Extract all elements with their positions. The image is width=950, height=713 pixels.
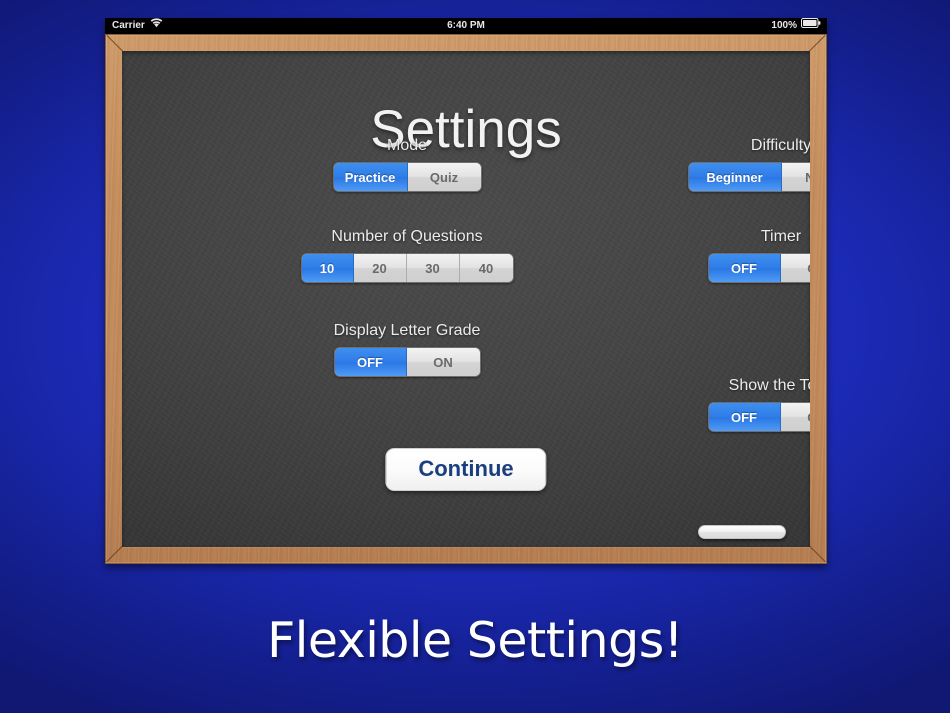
mode-label: Mode [386, 137, 428, 154]
timer-segment-off[interactable]: OFF [708, 254, 781, 282]
setting-group-timer: Timer OFF ON [646, 228, 810, 283]
letter-grade-segment-off[interactable]: OFF [334, 348, 407, 376]
caption-text: Flexible Settings! [267, 612, 683, 669]
battery-full-icon [801, 18, 821, 34]
setting-group-difficulty: Difficulty Beginner Normal [646, 137, 810, 192]
number-of-questions-segmented-control[interactable]: 10 20 30 40 [300, 253, 514, 283]
timer-label: Timer [760, 228, 802, 245]
timer-segment-on[interactable]: ON [780, 254, 810, 282]
ipad-device: Carrier 6:40 PM 100% Settings Mode Pract… [105, 18, 827, 564]
difficulty-segment-beginner[interactable]: Beginner [688, 163, 782, 191]
mode-segment-practice[interactable]: Practice [333, 163, 408, 191]
difficulty-segment-normal[interactable]: Normal [781, 163, 810, 191]
setting-group-show-the-total: Show the Total OFF ON [646, 377, 810, 432]
status-bar: Carrier 6:40 PM 100% [105, 18, 827, 34]
number-of-questions-label: Number of Questions [331, 228, 483, 245]
mode-segment-quiz[interactable]: Quiz [407, 163, 481, 191]
battery-percent-label: 100% [771, 20, 797, 31]
mode-segmented-control[interactable]: Practice Quiz [332, 162, 482, 192]
difficulty-segmented-control[interactable]: Beginner Normal [687, 162, 810, 192]
display-letter-grade-label: Display Letter Grade [333, 322, 481, 339]
setting-group-mode: Mode Practice Quiz [304, 137, 510, 192]
wooden-frame: Settings Mode Practice Quiz Difficulty B… [105, 34, 827, 564]
setting-group-display-letter-grade: Display Letter Grade OFF ON [278, 322, 536, 377]
status-bar-clock: 6:40 PM [447, 20, 485, 31]
questions-segment-30[interactable]: 30 [406, 254, 460, 282]
continue-button[interactable]: Continue [385, 448, 547, 491]
letter-grade-segment-on[interactable]: ON [406, 348, 480, 376]
display-letter-grade-segmented-control[interactable]: OFF ON [333, 347, 481, 377]
show-the-total-label: Show the Total [728, 377, 810, 394]
difficulty-label: Difficulty [750, 137, 810, 154]
timer-segmented-control[interactable]: OFF ON [707, 253, 810, 283]
show-total-segment-off[interactable]: OFF [708, 403, 781, 431]
show-the-total-segmented-control[interactable]: OFF ON [707, 402, 810, 432]
chalkboard-panel: Settings Mode Practice Quiz Difficulty B… [122, 51, 810, 547]
status-bar-right: 100% [771, 18, 821, 34]
chalk-eraser-icon [698, 525, 786, 539]
questions-segment-20[interactable]: 20 [353, 254, 407, 282]
questions-segment-10[interactable]: 10 [301, 254, 354, 282]
show-total-segment-on[interactable]: ON [780, 403, 810, 431]
app-screenshot: Carrier 6:40 PM 100% Settings Mode Pract… [0, 0, 950, 713]
questions-segment-40[interactable]: 40 [459, 254, 513, 282]
setting-group-number-of-questions: Number of Questions 10 20 30 40 [278, 228, 536, 283]
